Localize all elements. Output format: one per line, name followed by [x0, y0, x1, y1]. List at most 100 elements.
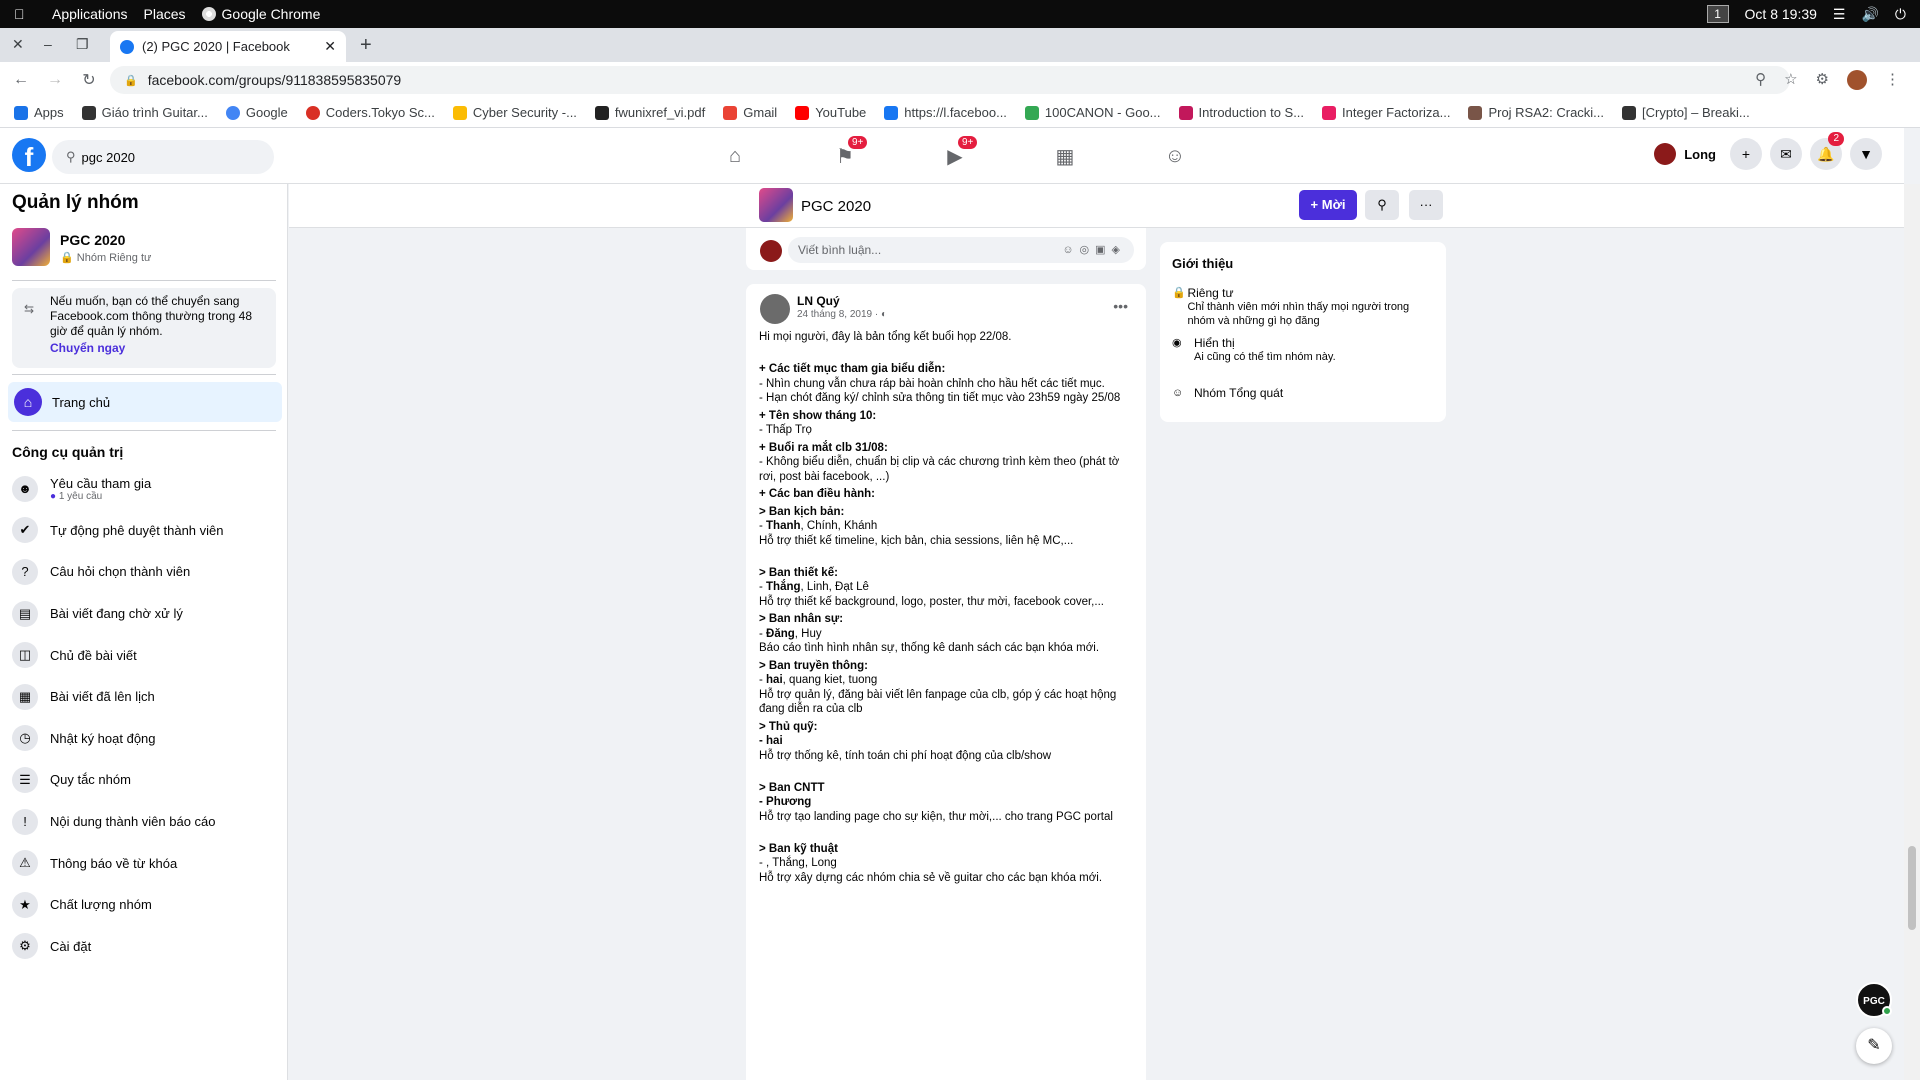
- rules-icon: ☰: [12, 766, 38, 793]
- bookmark-item[interactable]: Integer Factoriza...: [1322, 105, 1450, 120]
- places-menu[interactable]: Places: [144, 6, 186, 22]
- close-tab-icon[interactable]: ✕: [324, 38, 336, 55]
- keyword-alert-icon: ⚠: [12, 850, 38, 877]
- bookmark-star-icon[interactable]: ☆: [1784, 70, 1797, 90]
- bookmark-item[interactable]: [Crypto] – Breaki...: [1622, 105, 1750, 120]
- sidebar-tool-item[interactable]: ▦ Bài viết đã lên lịch: [12, 676, 282, 718]
- group-header-bar: PGC 2020 + Mời ⚲ ···: [289, 184, 1904, 228]
- close-window-icon[interactable]: ✕: [12, 36, 24, 53]
- post-author[interactable]: LN Quý: [797, 294, 840, 308]
- page-scrollbar[interactable]: [1904, 184, 1920, 1080]
- group-more-options-icon[interactable]: ···: [1409, 190, 1443, 220]
- post-date[interactable]: 24 tháng 8, 2019 ·: [797, 309, 881, 320]
- sidebar-tool-item[interactable]: ☰ Quy tắc nhóm: [12, 759, 282, 801]
- tab-title: (2) PGC 2020 | Facebook: [142, 39, 290, 54]
- apple-icon[interactable]: : [14, 6, 36, 22]
- calendar-icon: ▦: [12, 683, 38, 710]
- sidebar-tool-label: Câu hỏi chọn thành viên: [50, 564, 191, 580]
- sidebar-tool-label: Thông báo về từ khóa: [50, 855, 178, 871]
- scrollbar-thumb[interactable]: [1908, 846, 1916, 930]
- comment-input[interactable]: Viết bình luận... ☺◎▣◈: [788, 237, 1134, 263]
- profile-chip[interactable]: Long: [1654, 143, 1716, 165]
- minimize-window-icon[interactable]: –: [44, 36, 52, 52]
- search-input[interactable]: ⚲ pgc 2020: [52, 140, 274, 174]
- zoom-icon[interactable]: ⚲: [1755, 70, 1766, 90]
- bookmark-item[interactable]: Proj RSA2: Cracki...: [1468, 105, 1604, 120]
- member-name: Thắng: [766, 581, 801, 593]
- power-icon[interactable]: ⏻: [1895, 6, 1906, 23]
- privacy-globe-icon: ◐: [880, 309, 888, 320]
- lock-icon[interactable]: 🔒: [124, 74, 138, 87]
- sidebar-tool-item[interactable]: ◷ Nhật ký hoạt động: [12, 718, 282, 760]
- forward-icon[interactable]: →: [42, 71, 68, 89]
- extensions-icon[interactable]: ⚙: [1816, 70, 1829, 90]
- bookmark-item[interactable]: Google: [225, 105, 288, 120]
- group-summary[interactable]: PGC 2020 🔒 Nhóm Riêng tư: [12, 228, 151, 266]
- volume-icon[interactable]: 🔊: [1861, 6, 1878, 23]
- sidebar-tool-item[interactable]: ★ Chất lượng nhóm: [12, 884, 282, 926]
- group-title[interactable]: PGC 2020: [801, 198, 871, 215]
- profile-avatar[interactable]: [1847, 70, 1867, 90]
- sidebar-tool-text: Chất lượng nhóm: [50, 897, 152, 912]
- url-bar[interactable]: 🔒 facebook.com/groups/911838595835079: [110, 66, 1790, 94]
- post-more-options-icon[interactable]: •••: [1113, 298, 1128, 314]
- chat-head-pgc[interactable]: PGC: [1856, 982, 1892, 1018]
- bookmark-item[interactable]: Introduction to S...: [1178, 105, 1304, 120]
- sidebar-tool-item[interactable]: ⚙ Cài đặt: [12, 926, 282, 968]
- bookmark-item[interactable]: Gmail: [723, 105, 777, 120]
- group-name[interactable]: PGC 2020: [60, 232, 151, 248]
- reload-icon[interactable]: ↻: [76, 70, 102, 90]
- sidebar-tool-item[interactable]: ◫ Chủ đề bài viết: [12, 634, 282, 676]
- facebook-logo-icon[interactable]: f: [12, 138, 46, 172]
- clock[interactable]: Oct 8 19:39: [1745, 6, 1817, 22]
- bookmark-item[interactable]: YouTube: [795, 105, 866, 120]
- search-value[interactable]: pgc 2020: [82, 150, 136, 165]
- url-text[interactable]: facebook.com/groups/911838595835079: [148, 72, 402, 88]
- restore-window-icon[interactable]: ❐: [76, 36, 89, 53]
- chrome-menu[interactable]: Google Chrome: [222, 6, 321, 22]
- pages-nav-icon[interactable]: ⚑ 9+: [790, 128, 900, 184]
- bookmark-item[interactable]: fwunixref_vi.pdf: [594, 105, 705, 120]
- bookmark-item[interactable]: 100CANON - Goo...: [1024, 105, 1161, 120]
- groups-nav-icon[interactable]: ☺: [1120, 128, 1230, 184]
- comment-tools-icons[interactable]: ☺◎▣◈: [1062, 237, 1126, 263]
- group-thumbnail[interactable]: [759, 188, 793, 222]
- messenger-icon[interactable]: ✉: [1770, 138, 1802, 170]
- switch-now-link[interactable]: Chuyển ngay: [50, 341, 268, 356]
- post-line: - Thấp Trọ: [759, 424, 812, 436]
- applications-menu[interactable]: Applications: [52, 6, 128, 22]
- home-nav-icon[interactable]: ⌂: [680, 128, 790, 184]
- new-chat-icon[interactable]: ✎: [1856, 1028, 1892, 1064]
- bookmark-item[interactable]: Giáo trình Guitar...: [81, 105, 208, 120]
- sidebar-tool-item[interactable]: ✔ Tự động phê duyệt thành viên: [12, 510, 282, 552]
- drive-icon: [1024, 105, 1039, 120]
- create-plus-icon[interactable]: +: [1730, 138, 1762, 170]
- sidebar-tool-item[interactable]: ▤ Bài viết đang chờ xử lý: [12, 593, 282, 635]
- avatar[interactable]: [760, 294, 790, 324]
- workspace-indicator[interactable]: 1: [1706, 5, 1729, 23]
- sidebar-tool-item[interactable]: ! Nội dung thành viên báo cáo: [12, 801, 282, 843]
- post-line: Hỗ trợ thiết kế background, logo, poster…: [759, 595, 1104, 608]
- group-thumbnail[interactable]: [12, 228, 50, 266]
- back-icon[interactable]: ←: [8, 71, 34, 89]
- browser-tab[interactable]: (2) PGC 2020 | Facebook ✕: [110, 31, 346, 62]
- wifi-icon[interactable]: ☰: [1833, 6, 1846, 23]
- new-tab-button[interactable]: +: [360, 34, 372, 57]
- bookmark-item[interactable]: Cyber Security -...: [452, 105, 577, 120]
- sidebar-tool-item[interactable]: ☻ Yêu cầu tham gia1 yêu cầu: [12, 468, 282, 510]
- notifications-bell-icon[interactable]: 🔔 2: [1810, 132, 1844, 170]
- account-menu-chevron-icon[interactable]: ▼: [1850, 138, 1882, 170]
- sidebar-tool-item[interactable]: ? Câu hỏi chọn thành viên: [12, 551, 282, 593]
- bookmark-apps[interactable]: Apps: [14, 105, 64, 120]
- group-search-icon[interactable]: ⚲: [1365, 190, 1399, 220]
- invite-button[interactable]: + Mời: [1299, 190, 1357, 220]
- marketplace-nav-icon[interactable]: ▦: [1010, 128, 1120, 184]
- sidebar-item-home[interactable]: ⌂ Trang chủ: [8, 382, 282, 422]
- bookmark-item[interactable]: https://l.faceboo...: [884, 105, 1007, 120]
- chrome-menu-icon[interactable]: ⋮: [1885, 70, 1900, 90]
- comment-placeholder[interactable]: Viết bình luận...: [798, 243, 881, 257]
- watch-nav-icon[interactable]: ▶ 9+: [900, 128, 1010, 184]
- sidebar-tool-item[interactable]: ⚠ Thông báo về từ khóa: [12, 842, 282, 884]
- bookmark-item[interactable]: Coders.Tokyo Sc...: [305, 105, 435, 120]
- feed-post: LN Quý 24 tháng 8, 2019 · ◐ ••• Hi mọi n…: [746, 284, 1146, 1080]
